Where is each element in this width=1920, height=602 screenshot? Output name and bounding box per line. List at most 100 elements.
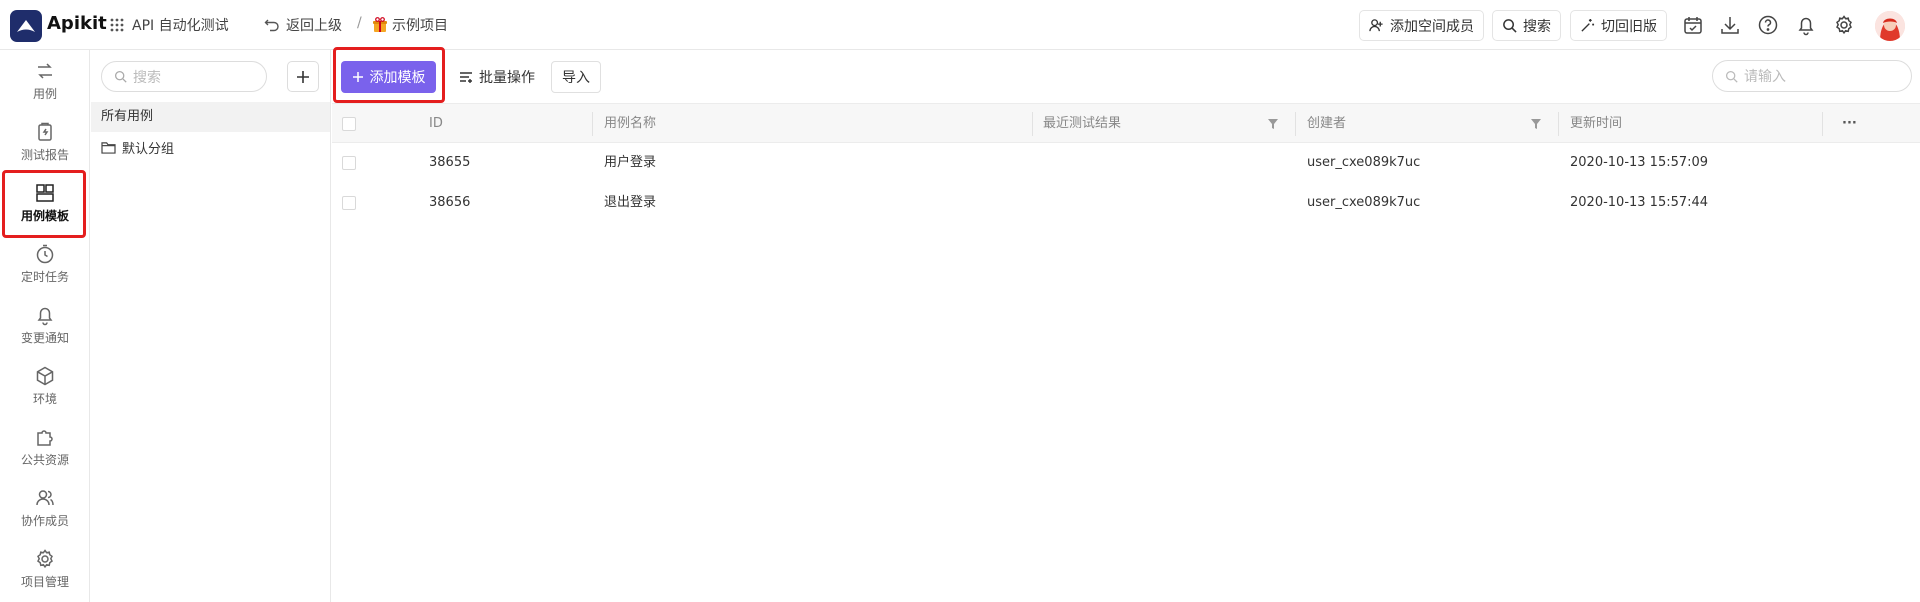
- grid-icon: [110, 18, 124, 32]
- batch-operation-button[interactable]: 批量操作: [449, 61, 545, 93]
- tree-search-input[interactable]: 搜索: [101, 61, 267, 92]
- rail-item-label: 测试报告: [20, 148, 69, 162]
- calendar-icon[interactable]: [1682, 14, 1704, 36]
- add-user-icon: [1369, 18, 1384, 33]
- add-template-label: 添加模板: [369, 70, 426, 86]
- folder-icon: [101, 141, 116, 154]
- more-columns-button[interactable]: ···: [1842, 104, 1857, 144]
- column-divider[interactable]: [1558, 112, 1559, 136]
- rail-item-label: 用例模板: [20, 209, 69, 223]
- rail-item-label: 协作成员: [20, 514, 69, 528]
- app-switcher[interactable]: API 自动化测试: [110, 15, 229, 35]
- top-bar: Apikit API 自动化测试 返回上级 / 示例项目 添加空间成员 搜索 切…: [0, 0, 1920, 50]
- table-search-placeholder: 请输入: [1744, 69, 1786, 85]
- puzzle-icon: [34, 426, 56, 448]
- cell-id: 38655: [429, 155, 471, 170]
- add-template-button[interactable]: 添加模板: [341, 61, 436, 93]
- download-icon[interactable]: [1719, 14, 1741, 36]
- cell-name[interactable]: 用户登录: [604, 143, 656, 183]
- rail-item-members[interactable]: 协作成员: [3, 479, 87, 537]
- import-button[interactable]: 导入: [551, 61, 601, 93]
- list-icon: [459, 71, 473, 83]
- user-avatar[interactable]: [1875, 11, 1905, 41]
- rail-item-label: 公共资源: [20, 453, 69, 467]
- tree-search-placeholder: 搜索: [133, 69, 161, 86]
- row-checkbox[interactable]: [342, 156, 356, 170]
- rail-item-label: 项目管理: [20, 575, 69, 589]
- add-group-button[interactable]: [287, 61, 319, 92]
- plus-icon: [296, 70, 310, 84]
- back-label: 返回上级: [286, 18, 342, 34]
- select-all-checkbox[interactable]: [342, 117, 356, 131]
- folder-label: 默认分组: [122, 142, 175, 157]
- search-icon: [114, 70, 127, 83]
- help-icon[interactable]: [1757, 14, 1779, 36]
- rail-item-label: 变更通知: [20, 331, 69, 345]
- add-space-member-button[interactable]: 添加空间成员: [1359, 10, 1484, 41]
- rail-item-label: 定时任务: [20, 270, 69, 284]
- rail-item-scheduled-tasks[interactable]: 定时任务: [3, 235, 87, 293]
- column-header-updated-time[interactable]: 更新时间: [1570, 104, 1622, 144]
- column-header-last-result[interactable]: 最近测试结果: [1043, 104, 1121, 144]
- rail-item-label: 环境: [32, 392, 57, 406]
- global-search-button[interactable]: 搜索: [1492, 10, 1561, 41]
- project-name: 示例项目: [392, 18, 448, 34]
- column-divider[interactable]: [1822, 112, 1823, 136]
- switch-old-version-button[interactable]: 切回旧版: [1570, 10, 1667, 41]
- search-icon: [1725, 70, 1738, 83]
- filter-icon[interactable]: [1530, 118, 1542, 130]
- rail-item-test-reports[interactable]: 测试报告: [3, 113, 87, 171]
- column-header-name[interactable]: 用例名称: [604, 104, 656, 144]
- column-header-creator[interactable]: 创建者: [1307, 104, 1346, 144]
- cell-updated-time: 2020-10-13 15:57:44: [1570, 195, 1709, 210]
- case-icon: [34, 60, 56, 82]
- report-icon: [34, 121, 56, 143]
- back-button[interactable]: 返回上级: [264, 15, 342, 35]
- main-content: 添加模板 批量操作 导入 请输入 ID 用例名称 最近测试结果 创建者 更新时间…: [332, 50, 1920, 602]
- table-row[interactable]: 38655 用户登录 user_cxe089k7uc 2020-10-13 15…: [332, 143, 1920, 183]
- add-member-label: 添加空间成员: [1390, 18, 1474, 35]
- rail-item-project-management[interactable]: 项目管理: [3, 540, 87, 598]
- column-divider[interactable]: [1295, 112, 1296, 136]
- environment-icon: [34, 365, 56, 387]
- cell-creator: user_cxe089k7uc: [1307, 195, 1421, 210]
- rail-item-public-resources[interactable]: 公共资源: [3, 418, 87, 476]
- old-version-label: 切回旧版: [1601, 18, 1657, 35]
- members-icon: [34, 487, 56, 509]
- settings-icon[interactable]: [1833, 14, 1855, 36]
- rail-item-label: 用例: [32, 87, 57, 101]
- tree-folder-default[interactable]: 默认分组: [101, 138, 174, 157]
- app-name: API 自动化测试: [132, 18, 229, 34]
- gift-icon: [372, 17, 388, 33]
- column-divider[interactable]: [1032, 112, 1033, 136]
- timer-icon: [34, 243, 56, 265]
- rail-item-change-notifications[interactable]: 变更通知: [3, 296, 87, 354]
- project-breadcrumb[interactable]: 示例项目: [372, 15, 448, 35]
- rail-item-case-templates[interactable]: 用例模板: [3, 174, 87, 232]
- apikit-logo[interactable]: [10, 10, 42, 42]
- cell-updated-time: 2020-10-13 15:57:09: [1570, 155, 1709, 170]
- search-icon: [1502, 18, 1517, 33]
- left-navigation-rail: 用例 测试报告 用例模板 定时任务 变更通知 环境 公共资源 协作成员 项目管理: [0, 50, 90, 602]
- rail-item-cases[interactable]: 用例: [3, 52, 87, 110]
- gear-icon: [34, 548, 56, 570]
- row-checkbox[interactable]: [342, 196, 356, 210]
- search-label: 搜索: [1523, 18, 1551, 35]
- cell-id: 38656: [429, 195, 471, 210]
- table-row[interactable]: 38656 退出登录 user_cxe089k7uc 2020-10-13 15…: [332, 183, 1920, 223]
- template-icon: [34, 182, 56, 204]
- filter-icon[interactable]: [1267, 118, 1279, 130]
- plus-icon: [352, 71, 364, 83]
- tree-item-all-cases[interactable]: 所有用例: [91, 102, 330, 132]
- table-header: ID 用例名称 最近测试结果 创建者 更新时间 ···: [332, 103, 1920, 143]
- column-divider[interactable]: [592, 112, 593, 136]
- bell-icon[interactable]: [1795, 14, 1817, 36]
- undo-icon: [264, 17, 280, 33]
- brand-name: Apikit: [47, 13, 107, 34]
- column-header-id[interactable]: ID: [429, 104, 443, 144]
- notification-bell-icon: [34, 304, 56, 326]
- rail-item-environment[interactable]: 环境: [3, 357, 87, 415]
- table-search-input[interactable]: 请输入: [1712, 60, 1912, 92]
- cell-creator: user_cxe089k7uc: [1307, 155, 1421, 170]
- cell-name[interactable]: 退出登录: [604, 183, 656, 223]
